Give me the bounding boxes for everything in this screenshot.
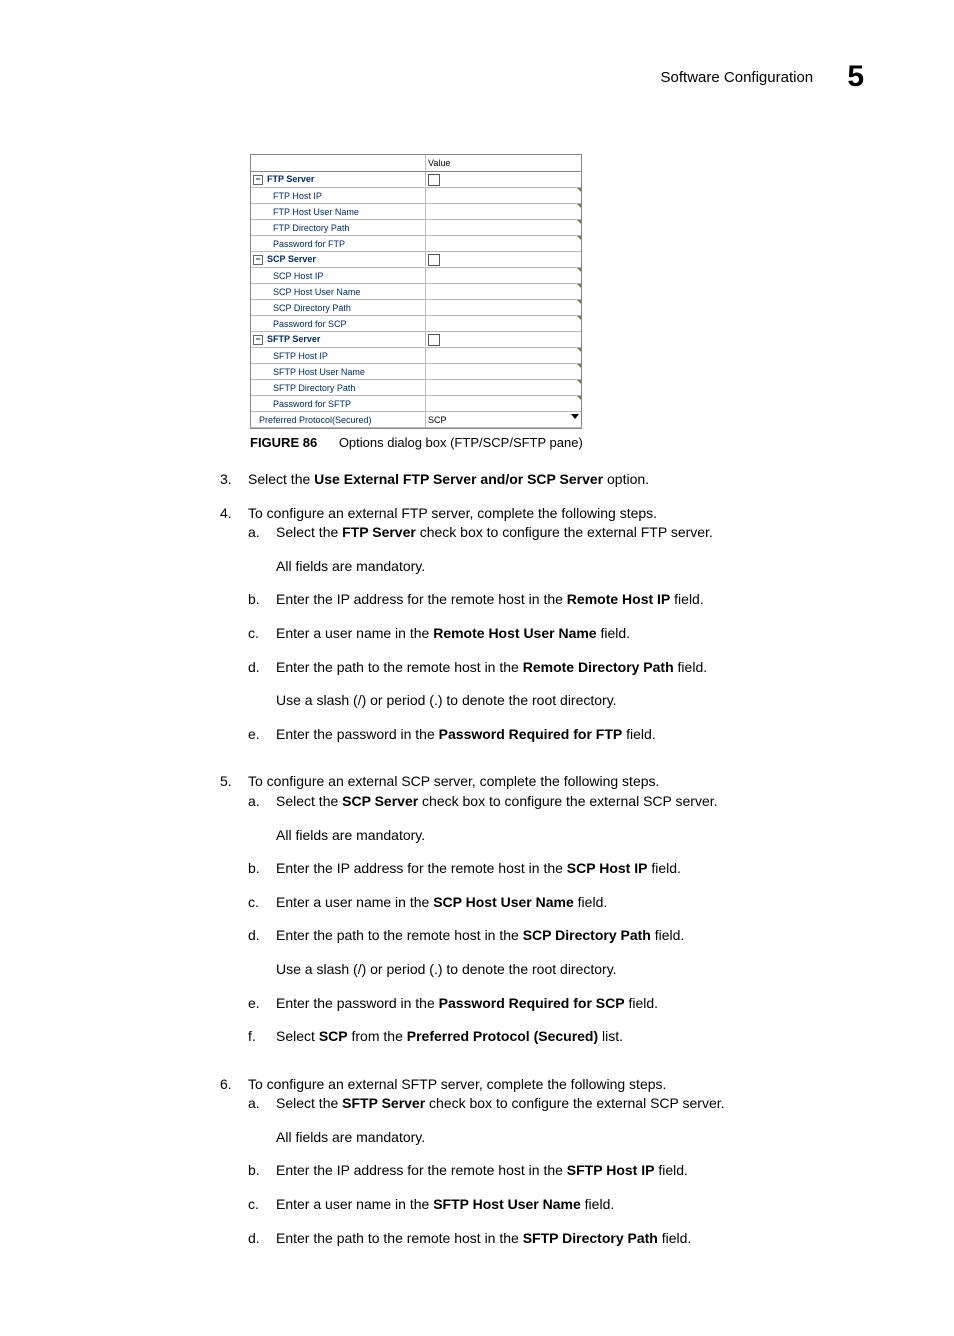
scp-pass-label: Password for SCP [251,316,426,332]
sftp-user-input[interactable] [426,364,582,380]
collapse-icon[interactable]: − [253,335,263,345]
sftp-pass-label: Password for SFTP [251,396,426,412]
figure-label: FIGURE 86 [250,435,317,450]
step-number: 3. [220,470,248,490]
ftp-user-label: FTP Host User Name [251,204,426,220]
sftp-server-checkbox[interactable] [428,334,440,346]
ftp-dir-input[interactable] [426,220,582,236]
scp-dir-input[interactable] [426,300,582,316]
scp-host-ip-label: SCP Host IP [251,268,426,284]
sftp-host-ip-input[interactable] [426,348,582,364]
collapse-icon[interactable]: − [253,175,263,185]
ftp-host-ip-input[interactable] [426,188,582,204]
ftp-pass-input[interactable] [426,236,582,252]
group-ftp: FTP Server [267,174,314,184]
sftp-pass-input[interactable] [426,396,582,412]
sftp-host-ip-label: SFTP Host IP [251,348,426,364]
ftp-pass-label: Password for FTP [251,236,426,252]
ftp-server-checkbox[interactable] [428,174,440,186]
ftp-dir-label: FTP Directory Path [251,220,426,236]
chapter-number: 5 [847,60,864,94]
chevron-down-icon [571,414,579,419]
scp-server-checkbox[interactable] [428,254,440,266]
sftp-dir-label: SFTP Directory Path [251,380,426,396]
sftp-dir-input[interactable] [426,380,582,396]
preferred-protocol-select[interactable]: SCP [426,412,582,428]
scp-user-input[interactable] [426,284,582,300]
column-header-name [251,155,426,172]
scp-user-label: SCP Host User Name [251,284,426,300]
step-text: Select the Use External FTP Server and/o… [248,470,874,490]
scp-pass-input[interactable] [426,316,582,332]
group-scp: SCP Server [267,254,316,264]
scp-dir-label: SCP Directory Path [251,300,426,316]
step-text: To configure an external SCP server, com… [248,772,874,1060]
options-dialog: Value −FTP Server FTP Host IP FTP Host U… [250,154,582,429]
step-number: 5. [220,772,248,1060]
scp-host-ip-input[interactable] [426,268,582,284]
figure-caption-text: Options dialog box (FTP/SCP/SFTP pane) [339,435,583,450]
step-text: To configure an external FTP server, com… [248,504,874,759]
step-number: 4. [220,504,248,759]
step-number: 6. [220,1075,248,1263]
header-section: Software Configuration [661,69,814,86]
ftp-user-input[interactable] [426,204,582,220]
step-text: To configure an external SFTP server, co… [248,1075,874,1263]
group-sftp: SFTP Server [267,334,320,344]
sftp-user-label: SFTP Host User Name [251,364,426,380]
preferred-protocol-label: Preferred Protocol(Secured) [251,412,426,428]
figure-caption: FIGURE 86 Options dialog box (FTP/SCP/SF… [250,435,874,450]
ftp-host-ip-label: FTP Host IP [251,188,426,204]
page-header: Software Configuration 5 [80,60,874,94]
column-header-value: Value [426,155,582,172]
steps-list: 3. Select the Use External FTP Server an… [220,470,874,1262]
collapse-icon[interactable]: − [253,255,263,265]
